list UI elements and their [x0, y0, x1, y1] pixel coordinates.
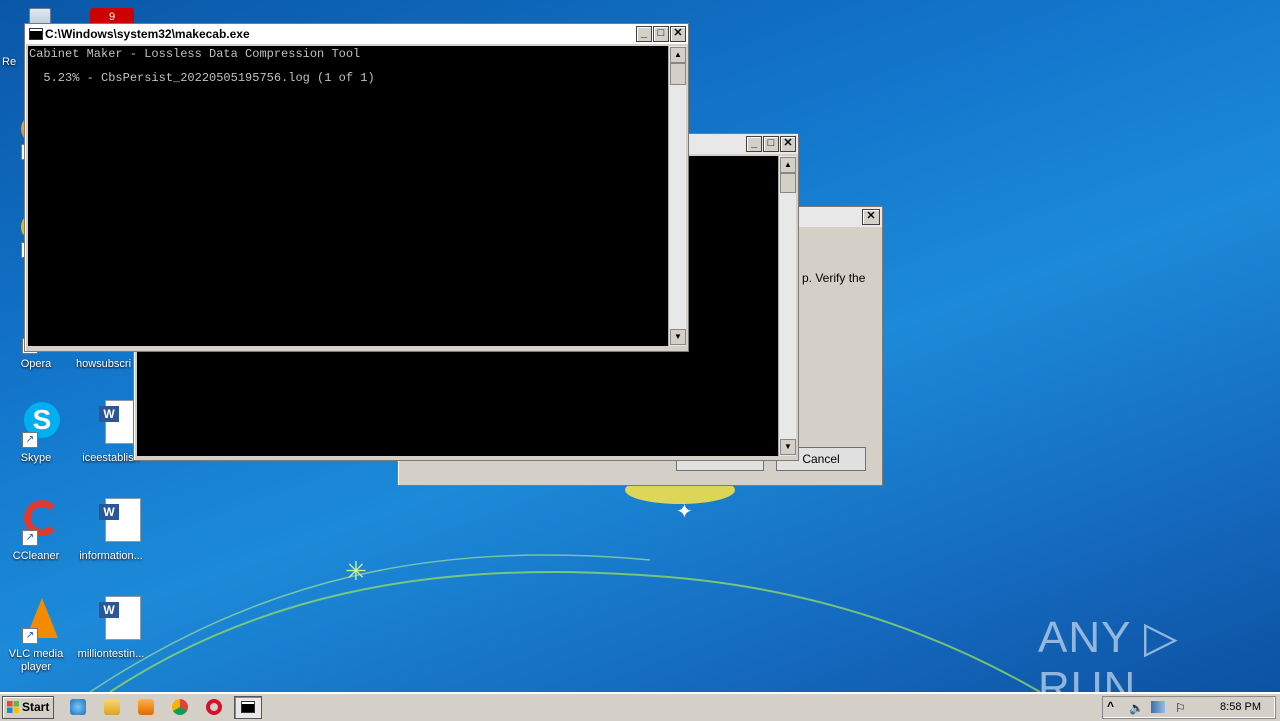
word-document-icon: W	[87, 596, 141, 644]
console-line: Cabinet Maker - Lossless Data Compressio…	[29, 47, 361, 61]
makecab-scrollbar[interactable]: ▲ ▼	[668, 46, 686, 346]
desktop-icon-vlc[interactable]: ↗ VLC media player	[1, 596, 71, 674]
svg-text:✦: ✦	[676, 499, 693, 523]
makecab-window: C:\Windows\system32\makecab.exe _ □ ✕ Ca…	[24, 23, 689, 352]
ccleaner-icon: ↗	[12, 498, 60, 546]
close-button[interactable]: ✕	[862, 209, 880, 225]
clock[interactable]: 8:58 PM	[1220, 701, 1261, 713]
desktop-icon-information[interactable]: W information...	[76, 498, 146, 563]
volume-icon[interactable]: 🔈	[1129, 701, 1144, 715]
svg-text:✳: ✳	[345, 557, 367, 587]
scroll-thumb[interactable]	[670, 63, 686, 85]
vlc-cone-icon: ↗	[12, 596, 60, 644]
chrome-icon[interactable]	[172, 699, 188, 715]
media-player-icon[interactable]	[138, 699, 154, 715]
makecab-output: Cabinet Maker - Lossless Data Compressio…	[28, 46, 668, 346]
network-icon[interactable]	[1151, 701, 1165, 713]
taskbar: Start ^ 🔈 ⚐ 8:58 PM	[0, 692, 1280, 721]
word-document-icon: W	[87, 498, 141, 546]
minimize-button[interactable]: _	[636, 26, 652, 42]
console-line: 5.23% - CbsPersist_20220505195756.log (1…	[29, 71, 375, 85]
close-button[interactable]: ✕	[780, 136, 796, 152]
skype-icon: S ↗	[12, 400, 60, 448]
tray-chevron-icon[interactable]: ^	[1107, 699, 1114, 713]
desktop-icon-skype[interactable]: S ↗ Skype	[1, 400, 71, 465]
close-button[interactable]: ✕	[670, 26, 686, 42]
scroll-down-arrow[interactable]: ▼	[780, 439, 796, 455]
console2-scrollbar[interactable]: ▲ ▼	[778, 156, 796, 456]
console-icon	[241, 701, 255, 713]
opera-icon[interactable]	[206, 699, 222, 715]
window-title: C:\Windows\system32\makecab.exe	[45, 27, 250, 41]
desktop-icon-milliontestin[interactable]: W milliontestin...	[76, 596, 146, 661]
system-tray: ^ 🔈 ⚐ 8:58 PM	[1102, 696, 1276, 719]
windows-flag-icon	[7, 701, 19, 713]
desktop-icon-ccleaner[interactable]: ↗ CCleaner	[1, 498, 71, 563]
dialog-message: p. Verify the	[802, 271, 866, 285]
start-button[interactable]: Start	[2, 696, 54, 719]
word-document-icon: W	[87, 400, 141, 448]
maximize-button[interactable]: □	[653, 26, 669, 42]
scroll-up-arrow[interactable]: ▲	[670, 47, 686, 63]
start-label: Start	[22, 700, 50, 714]
makecab-titlebar[interactable]: C:\Windows\system32\makecab.exe _ □ ✕	[25, 24, 688, 44]
minimize-button[interactable]: _	[746, 136, 762, 152]
scroll-down-arrow[interactable]: ▼	[670, 329, 686, 345]
internet-explorer-icon[interactable]	[70, 699, 86, 715]
taskbar-console-button[interactable]	[234, 696, 262, 719]
action-center-flag-icon[interactable]: ⚐	[1175, 701, 1186, 715]
maximize-button[interactable]: □	[763, 136, 779, 152]
scroll-thumb[interactable]	[780, 173, 796, 193]
scroll-up-arrow[interactable]: ▲	[780, 157, 796, 173]
console-icon	[29, 28, 43, 40]
file-explorer-icon[interactable]	[104, 699, 120, 715]
